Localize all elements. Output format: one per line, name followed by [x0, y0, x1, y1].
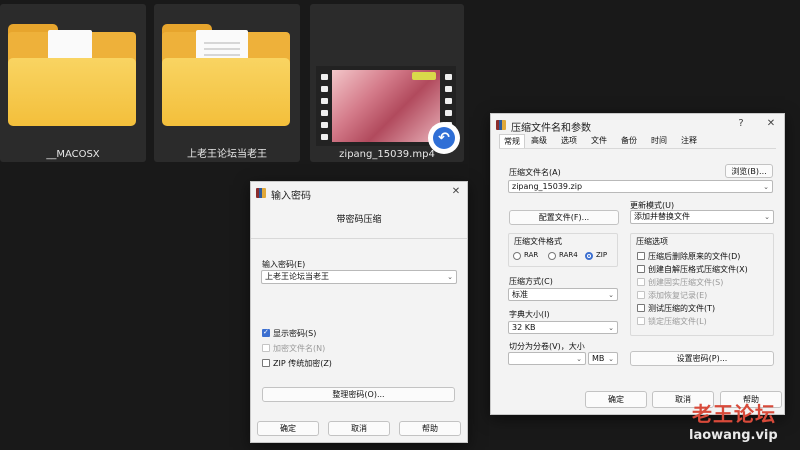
folder-tile-laowang[interactable]: 上老王论坛当老王 [154, 4, 300, 162]
help-icon[interactable]: ? [734, 118, 748, 129]
split-label: 切分为分卷(V)，大小 [509, 342, 585, 351]
password-dialog: 输入密码 ✕ 带密码压缩 输入密码(E) 上老王论坛当老王 ⌄ 显示密码(S) … [250, 181, 468, 443]
set-password-button[interactable]: 设置密码(P)... [630, 351, 774, 366]
update-mode-select[interactable]: 添加并替换文件 ⌄ [630, 210, 774, 224]
folder-icon [162, 24, 290, 128]
sfx-checkbox[interactable] [637, 265, 645, 273]
delete-after-label: 压缩后删除原来的文件(D) [648, 252, 741, 261]
password-value: 上老王论坛当老王 [265, 272, 329, 281]
ok-button[interactable]: 确定 [257, 421, 319, 436]
method-label: 压缩方式(C) [509, 277, 553, 286]
watermark-title: 老王论坛 [692, 402, 776, 426]
dictionary-label: 字典大小(I) [509, 310, 550, 319]
format-rar-label: RAR [524, 251, 539, 259]
zip-legacy-label: ZIP 传统加密(Z) [273, 359, 332, 368]
delete-after-checkbox[interactable] [637, 252, 645, 260]
dialog-title: 压缩文件名和参数 [511, 123, 591, 134]
tab-options[interactable]: 选项 [557, 134, 581, 148]
split-unit-value: MB [592, 354, 605, 363]
tab-comment[interactable]: 注释 [677, 134, 701, 148]
dialog-title: 输入密码 [271, 191, 311, 202]
method-value: 标准 [512, 290, 528, 299]
dialog-heading: 带密码压缩 [336, 215, 382, 225]
tab-time[interactable]: 时间 [647, 134, 671, 148]
chevron-down-icon[interactable]: ⌄ [447, 271, 453, 283]
format-rar-radio[interactable] [513, 252, 521, 260]
chevron-down-icon[interactable]: ⌄ [608, 353, 614, 364]
cancel-button[interactable]: 取消 [328, 421, 390, 436]
close-icon[interactable]: ✕ [764, 118, 778, 129]
winrar-icon [256, 188, 266, 198]
password-input[interactable]: 上老王论坛当老王 ⌄ [261, 270, 457, 284]
dictionary-select[interactable]: 32 KB ⌄ [508, 321, 618, 334]
chevron-down-icon[interactable]: ⌄ [576, 353, 582, 364]
recovery-record-checkbox[interactable] [637, 291, 645, 299]
tab-files[interactable]: 文件 [587, 134, 611, 148]
help-button[interactable]: 帮助 [399, 421, 461, 436]
watermark-url: laowang.vip [689, 428, 778, 443]
archive-options-label: 压缩选项 [636, 237, 668, 246]
archive-dialog: 压缩文件名和参数 ? ✕ 常规 高级 选项 文件 备份 时间 注释 压缩文件名(… [490, 113, 785, 415]
video-tile[interactable]: ↶ zipang_15039.mp4 [310, 4, 464, 162]
format-rar4-label: RAR4 [559, 251, 578, 259]
organize-passwords-button[interactable]: 整理密码(O)... [262, 387, 455, 402]
password-label: 输入密码(E) [262, 260, 306, 269]
update-mode-value: 添加并替换文件 [634, 212, 690, 221]
tab-advanced[interactable]: 高级 [527, 134, 551, 148]
browse-button[interactable]: 浏览(B)... [725, 164, 773, 178]
winrar-icon [496, 120, 506, 130]
show-password-checkbox[interactable] [262, 328, 270, 337]
lock-archive-checkbox[interactable] [637, 317, 645, 325]
show-password-label: 显示密码(S) [273, 329, 317, 338]
tab-backup[interactable]: 备份 [617, 134, 641, 148]
filename-input[interactable]: zipang_15039.zip ⌄ [508, 180, 773, 193]
video-label: zipang_15039.mp4 [339, 149, 435, 160]
split-unit-select[interactable]: MB ⌄ [588, 352, 618, 365]
filename-label: 压缩文件名(A) [509, 168, 561, 177]
chevron-down-icon[interactable]: ⌄ [608, 322, 614, 333]
folder-icon [8, 24, 136, 128]
test-archive-checkbox[interactable] [637, 304, 645, 312]
ok-button[interactable]: 确定 [585, 391, 647, 408]
chevron-down-icon[interactable]: ⌄ [763, 181, 769, 192]
tab-general[interactable]: 常规 [499, 134, 525, 149]
folder-label: 上老王论坛当老王 [187, 149, 267, 160]
zip-legacy-checkbox[interactable] [262, 359, 270, 367]
split-size-input[interactable]: ⌄ [508, 352, 586, 365]
folder-label: __MACOSX [46, 149, 100, 160]
titlebar[interactable]: 输入密码 ✕ [251, 182, 467, 204]
sfx-label: 创建自解压格式压缩文件(X) [648, 265, 748, 274]
titlebar[interactable]: 压缩文件名和参数 ? ✕ [491, 114, 784, 136]
format-zip-label: ZIP [596, 251, 608, 259]
folder-tile-macosx[interactable]: __MACOSX [0, 4, 146, 162]
close-icon[interactable]: ✕ [449, 186, 463, 197]
encrypt-filenames-checkbox[interactable] [262, 344, 270, 352]
chevron-down-icon[interactable]: ⌄ [608, 289, 614, 300]
format-rar4-radio[interactable] [548, 252, 556, 260]
recovery-record-label: 添加恢复记录(E) [648, 291, 708, 300]
lock-archive-label: 锁定压缩文件(L) [648, 317, 707, 326]
profile-button[interactable]: 配置文件(F)... [509, 210, 619, 225]
method-select[interactable]: 标准 ⌄ [508, 288, 618, 301]
encrypt-filenames-label: 加密文件名(N) [273, 344, 326, 353]
dictionary-value: 32 KB [512, 323, 536, 332]
filename-value: zipang_15039.zip [512, 182, 583, 191]
chevron-down-icon[interactable]: ⌄ [764, 211, 770, 223]
format-zip-radio[interactable] [585, 252, 593, 260]
format-label: 压缩文件格式 [514, 237, 562, 246]
test-archive-label: 测试压缩的文件(T) [648, 304, 716, 313]
solid-label: 创建固实压缩文件(S) [648, 278, 724, 287]
solid-checkbox[interactable] [637, 278, 645, 286]
